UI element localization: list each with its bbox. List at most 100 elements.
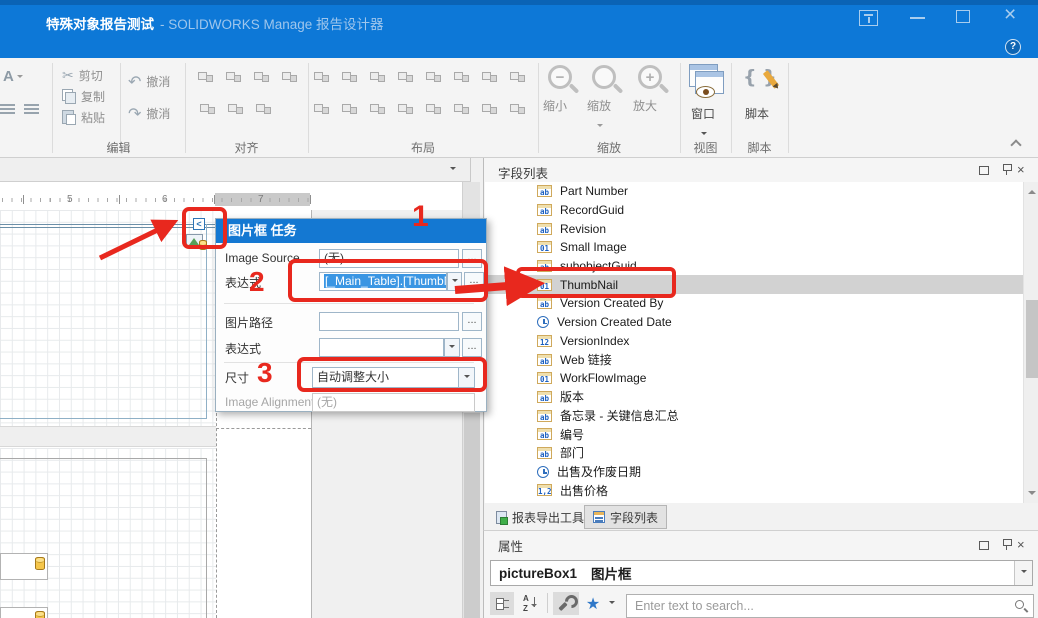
scrollbar-thumb[interactable] [464,413,480,618]
align-centers-icon[interactable] [253,69,270,85]
picture-path-browse-button[interactable]: ... [462,312,482,331]
categorized-view-button[interactable] [490,592,514,615]
tab-field-list[interactable]: 字段列表 [584,505,667,529]
align-lefts-icon[interactable] [225,69,242,85]
field-list-item[interactable]: Version Created Date [485,313,1023,332]
expression-editor-button[interactable]: ... [464,272,484,291]
bound-cell[interactable] [0,553,48,580]
scroll-down-icon[interactable] [1028,491,1036,499]
collapse-ribbon-icon[interactable] [1010,139,1021,150]
band-separator[interactable] [0,426,216,447]
search-icon[interactable] [1014,599,1028,613]
field-list-item[interactable]: 出售价格 [485,481,1023,500]
undo-button[interactable]: ↶ 撤消 [128,72,170,91]
bound-cell[interactable] [0,607,48,618]
size-to-grid-icon[interactable] [313,69,330,85]
zoom-out-button[interactable]: − 缩小 [548,65,572,114]
justify-icon[interactable] [0,104,15,116]
script-button[interactable]: 脚本 [741,64,777,122]
object-selector-combo[interactable]: pictureBox1 图片框 [490,560,1033,586]
field-list-scrollbar[interactable] [1023,182,1038,503]
maximize-icon[interactable] [956,10,970,23]
size-dropdown-icon[interactable] [458,367,475,388]
restore-window-icon[interactable] [859,10,878,26]
image-source-browse-button[interactable]: ... [462,249,482,268]
expression2-editor-button[interactable]: ... [462,338,482,357]
bring-to-front-icon[interactable] [481,101,498,117]
spacing-decrease-vertical-icon[interactable] [369,101,386,117]
field-list-item[interactable]: 版本 [485,388,1023,407]
field-list-item[interactable]: 编号 [485,425,1023,444]
field-list-item[interactable]: subobjectGuid [485,257,1023,276]
send-to-back-icon[interactable] [509,101,526,117]
zoom-in-button[interactable]: + 放大 [638,65,662,114]
field-list-item[interactable]: 备忘录 - 关键信息汇总 [485,406,1023,425]
size-same-height-icon[interactable] [369,69,386,85]
table-element[interactable] [0,458,207,618]
field-list-item[interactable]: 部门 [485,444,1023,463]
redo-button[interactable]: ↷ 撤消 [128,104,170,123]
cut-button[interactable]: ✂ 剪切 [62,67,103,84]
search-input[interactable] [635,597,995,615]
spacing-equal-horizontal-icon[interactable] [425,69,442,85]
tab-report-export-tool[interactable]: 报表导出工具 [488,506,592,528]
field-list-item[interactable]: Revision [485,219,1023,238]
float-panel-icon[interactable] [979,166,989,175]
size-same-size-icon[interactable] [397,69,414,85]
smart-tag-button[interactable]: < [193,218,205,230]
window-button[interactable]: 窗口 [687,64,725,143]
center-vertically-icon[interactable] [453,101,470,117]
size-same-width-icon[interactable] [341,69,358,85]
expression2-dropdown-button[interactable] [444,338,460,357]
expression-dropdown-button[interactable] [447,272,462,291]
align-middles-icon[interactable] [227,101,244,117]
justify-all-icon[interactable] [24,104,39,116]
align-tops-icon[interactable] [199,101,216,117]
align-to-grid-icon[interactable] [197,69,214,85]
field-list-item[interactable]: Web 链接 [485,350,1023,369]
spacing-remove-vertical-icon[interactable] [397,101,414,117]
image-source-field[interactable]: (无) [319,249,459,268]
paste-button[interactable]: 粘贴 [62,109,105,126]
center-horizontally-icon[interactable] [425,101,442,117]
size-combo[interactable]: 自动调整大小 [312,367,475,388]
close-panel-icon[interactable]: × [1017,163,1025,176]
close-icon[interactable]: × [1004,3,1016,27]
favorites-dropdown[interactable] [605,592,619,615]
zoom-select-button[interactable]: 缩放 [592,65,616,135]
field-list-item[interactable]: VersionIndex [485,332,1023,351]
scroll-up-icon[interactable] [1028,186,1036,194]
close-panel-icon[interactable]: × [1017,538,1025,551]
picture-path-field[interactable] [319,312,459,331]
expression-field[interactable]: [_Main_Table].[ThumbN [319,272,447,291]
field-list-item[interactable]: WorkFlowImage [485,369,1023,388]
float-panel-icon[interactable] [979,541,989,550]
alphabetical-sort-button[interactable] [518,592,542,615]
field-list-item[interactable]: Part Number [485,182,1023,201]
favorites-button[interactable]: ★ [583,592,603,615]
pin-panel-icon[interactable] [1002,164,1011,176]
field-list-item[interactable]: ThumbNail [485,275,1023,294]
align-rights-icon[interactable] [281,69,298,85]
selected-table-element[interactable] [0,224,207,419]
font-color-icon[interactable]: A [3,68,23,85]
spacing-remove-horizontal-icon[interactable] [509,69,526,85]
pin-panel-icon[interactable] [1002,539,1011,551]
field-list-item[interactable]: Version Created By [485,294,1023,313]
field-list-item[interactable]: 出售及作废日期 [485,462,1023,481]
settings-button[interactable] [553,592,579,615]
spacing-increase-horizontal-icon[interactable] [453,69,470,85]
field-list-item[interactable]: RecordGuid [485,201,1023,220]
scrollbar-thumb[interactable] [1026,300,1038,378]
expression2-field[interactable] [319,338,444,357]
spacing-increase-vertical-icon[interactable] [341,101,358,117]
minimize-icon[interactable] [910,17,925,19]
align-bottoms-icon[interactable] [255,101,272,117]
combo-dropdown-icon[interactable] [1014,561,1032,585]
spacing-decrease-horizontal-icon[interactable] [481,69,498,85]
help-icon[interactable]: ? [1005,39,1021,55]
strip-dropdown-icon[interactable] [450,167,456,173]
copy-button[interactable]: 复制 [62,88,105,105]
field-list-item[interactable]: Small Image [485,238,1023,257]
spacing-equal-vertical-icon[interactable] [313,101,330,117]
